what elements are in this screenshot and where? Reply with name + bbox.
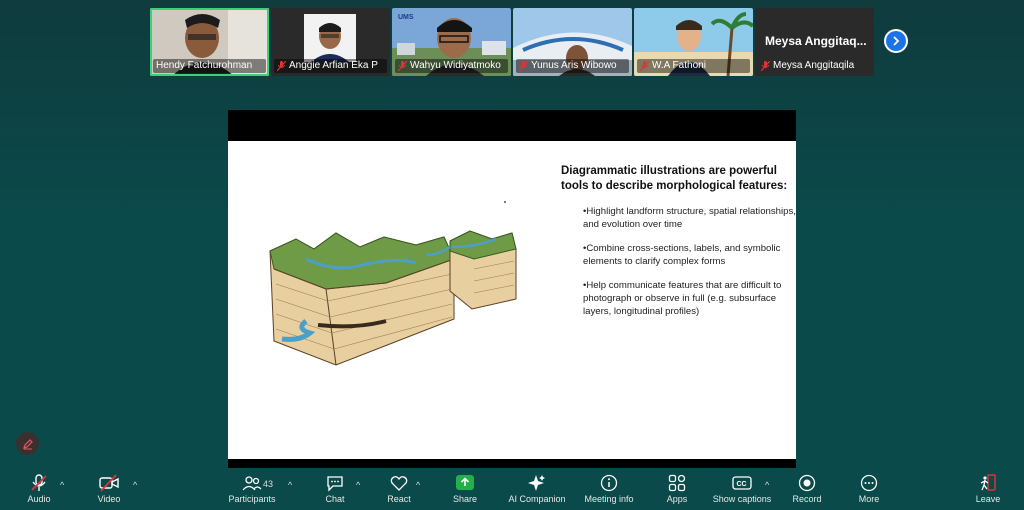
participant-tile-hendy[interactable]: Hendy Fatchurohman [150, 8, 269, 76]
meeting-toolbar: Audio ^ Video ^ Participants 43 ^ Chat ^… [0, 472, 1024, 510]
shared-screen: Diagrammatic illustrations are powerful … [228, 110, 796, 468]
chat-options-caret[interactable]: ^ [356, 480, 360, 490]
apps-icon [668, 474, 686, 492]
muted-mic-icon [277, 60, 286, 71]
info-icon [600, 474, 618, 492]
audio-options-caret[interactable]: ^ [60, 480, 64, 490]
participant-strip: Hendy Fatchurohman Anggie Arfian Eka P U… [150, 8, 874, 76]
leave-icon [980, 474, 996, 491]
react-options-caret[interactable]: ^ [416, 480, 420, 490]
meeting-info-button[interactable]: Meeting info [582, 474, 636, 510]
apps-button[interactable]: Apps [660, 474, 694, 510]
ai-companion-label: AI Companion [508, 494, 566, 504]
record-button[interactable]: Record [790, 474, 824, 510]
next-page-button[interactable] [884, 29, 908, 53]
audio-label: Audio [27, 494, 51, 504]
meeting-info-label: Meeting info [584, 494, 634, 504]
slide-dot [504, 201, 506, 203]
heart-icon [390, 476, 408, 491]
sparkle-icon [528, 475, 545, 491]
muted-mic-icon [519, 60, 528, 71]
slide-bullet: •Highlight landform structure, spatial r… [583, 206, 796, 230]
participant-tile-wahyu[interactable]: UMS Wahyu Widiyatmoko [392, 8, 511, 76]
leave-label: Leave [975, 494, 1001, 504]
more-button[interactable]: More [852, 474, 886, 510]
apps-label: Apps [666, 494, 688, 504]
participant-name: Meysa Anggitaqila [758, 59, 871, 73]
share-screen-icon [456, 475, 474, 490]
muted-mic-icon [398, 60, 407, 71]
presentation-slide: Diagrammatic illustrations are powerful … [228, 141, 796, 459]
slide-bullet: •Combine cross-sections, labels, and sym… [583, 243, 781, 267]
muted-microphone-icon [31, 474, 47, 491]
participant-name: Yunus Aris Wibowo [516, 59, 629, 73]
participant-name: Anggie Arfian Eka P [274, 59, 387, 73]
chat-icon [327, 476, 343, 492]
slide-title: Diagrammatic illustrations are powerful … [561, 165, 788, 192]
video-button[interactable]: Video [92, 474, 126, 510]
participants-count: 43 [263, 479, 274, 489]
participant-display-name: Meysa Anggitaq... [765, 34, 867, 48]
react-button[interactable]: React [382, 474, 416, 510]
participant-name: W.A Fathoni [637, 59, 750, 73]
participant-name: Wahyu Widiyatmoko [395, 59, 508, 73]
more-label: More [858, 494, 880, 504]
participant-tile-meysa[interactable]: Meysa Anggitaq... Meysa Anggitaqila [755, 8, 874, 76]
react-label: React [387, 494, 411, 504]
participant-name: Hendy Fatchurohman [153, 59, 266, 73]
captions-options-caret[interactable]: ^ [765, 480, 769, 490]
slide-bullet-list: •Highlight landform structure, spatial r… [583, 205, 798, 329]
participant-tile-fathoni[interactable]: W.A Fathoni [634, 8, 753, 76]
share-button[interactable]: Share [448, 474, 482, 510]
show-captions-label: Show captions [712, 494, 772, 504]
chat-button[interactable]: Chat [318, 474, 352, 510]
video-label: Video [97, 494, 121, 504]
more-icon [860, 474, 878, 492]
annotate-pen-button[interactable] [16, 432, 39, 455]
landform-diagram-image [269, 230, 517, 366]
participants-icon [242, 476, 262, 491]
participants-options-caret[interactable]: ^ [288, 480, 292, 490]
record-label: Record [792, 494, 822, 504]
participant-tile-yunus[interactable]: Yunus Aris Wibowo [513, 8, 632, 76]
ai-companion-button[interactable]: AI Companion [505, 474, 569, 510]
pencil-icon [22, 438, 33, 449]
slide-bullet: •Help communicate features that are diff… [583, 280, 782, 317]
captions-icon: CC [732, 476, 752, 490]
chat-label: Chat [325, 494, 345, 504]
chevron-right-icon [893, 36, 900, 46]
muted-mic-icon [640, 60, 649, 71]
video-off-icon [99, 474, 119, 492]
muted-mic-icon [761, 60, 770, 71]
audio-button[interactable]: Audio [22, 474, 56, 510]
leave-button[interactable]: Leave [970, 474, 1006, 510]
share-label: Share [452, 494, 478, 504]
svg-text:CC: CC [737, 481, 747, 488]
svg-text:UMS: UMS [398, 14, 414, 21]
record-icon [798, 474, 816, 492]
participant-tile-anggie[interactable]: Anggie Arfian Eka P [271, 8, 390, 76]
participants-label: Participants [228, 494, 276, 504]
video-options-caret[interactable]: ^ [133, 480, 137, 490]
